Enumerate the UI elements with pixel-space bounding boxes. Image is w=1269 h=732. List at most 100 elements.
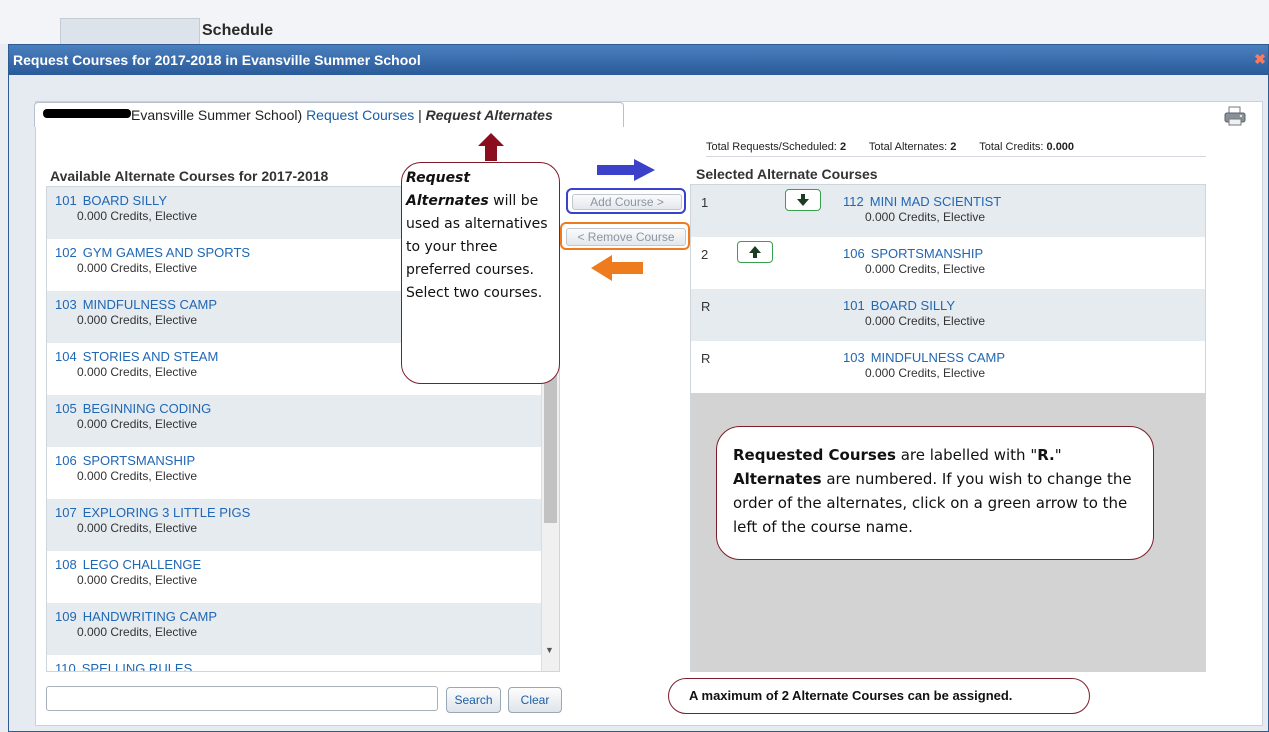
dialog-title: Request Courses for 2017-2018 in Evansvi… — [9, 45, 1268, 75]
annotation-bold: Requested Courses — [733, 446, 896, 464]
course-detail: 0.000 Credits, Elective — [77, 625, 198, 639]
scroll-down-icon[interactable]: ▼ — [545, 645, 554, 655]
course-code: 112 — [843, 194, 864, 209]
course-detail: 0.000 Credits, Elective — [865, 210, 986, 224]
table-row[interactable]: 2 106 SPORTSMANSHIP 0.000 Credits, Electi… — [691, 237, 1205, 289]
move-up-button[interactable] — [737, 241, 773, 263]
course-name[interactable]: MINI MAD SCIENTIST — [870, 194, 1001, 209]
tab-request-courses[interactable]: Request Courses — [306, 107, 414, 123]
table-row[interactable]: R 101 BOARD SILLY 0.000 Credits, Elective — [691, 289, 1205, 341]
course-detail: 0.000 Credits, Elective — [77, 469, 198, 483]
requested-courses-annotation: Requested Courses are labelled with "R."… — [716, 426, 1154, 560]
course-code: 110 — [55, 661, 76, 672]
course-name[interactable]: SPORTSMANSHIP — [83, 453, 195, 468]
list-item[interactable]: 110 SPELLING RULES — [47, 655, 541, 672]
arrow-down-icon — [797, 194, 809, 206]
alternate-rank: 2 — [701, 247, 709, 262]
orange-left-arrow-icon — [591, 255, 643, 281]
annotation-text: are labelled with " — [895, 446, 1038, 464]
table-row[interactable]: 1 112 MINI MAD SCIENTIST 0.000 Credits, E… — [691, 185, 1205, 237]
course-code: 101 — [55, 193, 77, 208]
request-rank: R — [701, 299, 711, 314]
course-detail: 0.000 Credits, Elective — [77, 417, 198, 431]
selected-courses-title: Selected Alternate Courses — [696, 166, 878, 182]
list-item[interactable]: 108 LEGO CHALLENGE 0.000 Credits, Electiv… — [47, 551, 541, 603]
course-code: 106 — [55, 453, 77, 468]
course-code: 107 — [55, 505, 77, 520]
total-credits-value: 0.000 — [1046, 141, 1075, 153]
course-name[interactable]: GYM GAMES AND SPORTS — [83, 245, 250, 260]
background-tab[interactable] — [60, 18, 200, 44]
annotation-text: " — [1054, 446, 1062, 464]
course-code: 103 — [55, 297, 77, 312]
course-code: 109 — [55, 609, 77, 624]
course-name[interactable]: MINDFULNESS CAMP — [83, 297, 217, 312]
course-detail: 0.000 Credits, Elective — [77, 521, 198, 535]
total-credits-label: Total Credits: — [979, 141, 1044, 153]
course-code: 103 — [843, 350, 865, 365]
totals-bar: Total Requests/Scheduled: 2 Total Altern… — [706, 141, 1206, 157]
red-up-arrow-icon — [478, 133, 504, 161]
course-name[interactable]: BEGINNING CODING — [83, 401, 212, 416]
course-detail: 0.000 Credits, Elective — [865, 366, 986, 380]
selected-course: 101 BOARD SILLY 0.000 Credits, Elective — [843, 298, 985, 328]
course-name[interactable]: BOARD SILLY — [83, 193, 167, 208]
course-name[interactable]: STORIES AND STEAM — [83, 349, 219, 364]
annotation-text: will be used as alternatives to your thr… — [406, 193, 548, 301]
available-courses-title: Available Alternate Courses for 2017-201… — [50, 168, 329, 184]
selected-course: 103 MINDFULNESS CAMP 0.000 Credits, Elect… — [843, 350, 1005, 380]
annotation-bold: R. — [1037, 446, 1055, 464]
move-down-button[interactable] — [785, 189, 821, 211]
table-row[interactable]: R 103 MINDFULNESS CAMP 0.000 Credits, Ele… — [691, 341, 1205, 393]
request-rank: R — [701, 351, 711, 366]
course-code: 106 — [843, 246, 865, 261]
search-input[interactable] — [46, 686, 438, 711]
course-name[interactable]: SPELLING RULES — [82, 661, 193, 671]
total-requests-label: Total Requests/Scheduled: — [706, 141, 837, 153]
selected-course: 106 SPORTSMANSHIP 0.000 Credits, Elective — [843, 246, 985, 276]
total-alternates-value: 2 — [950, 141, 957, 153]
course-code: 102 — [55, 245, 77, 260]
list-item[interactable]: 106 SPORTSMANSHIP 0.000 Credits, Elective — [47, 447, 541, 499]
course-code: 101 — [843, 298, 865, 313]
tab-separator: | — [418, 107, 422, 123]
add-course-label: Add Course > — [572, 194, 682, 210]
printer-icon[interactable] — [1224, 106, 1246, 126]
add-course-button[interactable]: Add Course > — [566, 188, 686, 214]
selected-course: 112 MINI MAD SCIENTIST 0.000 Credits, Ele… — [843, 194, 1001, 224]
search-button[interactable]: Search — [446, 687, 501, 713]
tab-strip: Evansville Summer School) Request Course… — [34, 102, 624, 127]
course-name[interactable]: BOARD SILLY — [871, 298, 955, 313]
remove-course-label: < Remove Course — [566, 228, 686, 246]
total-requests-value: 2 — [839, 141, 847, 153]
close-icon[interactable]: ✖ — [1253, 52, 1267, 66]
total-alternates-label: Total Alternates: — [868, 141, 948, 153]
school-context: Evansville Summer School) — [131, 107, 303, 123]
course-detail: 0.000 Credits, Elective — [865, 262, 986, 276]
arrow-up-icon — [749, 246, 761, 258]
course-name[interactable]: HANDWRITING CAMP — [83, 609, 217, 624]
redacted-name — [43, 109, 131, 118]
course-code: 104 — [55, 349, 77, 364]
blue-right-arrow-icon — [597, 159, 655, 181]
course-name[interactable]: SPORTSMANSHIP — [871, 246, 983, 261]
course-name[interactable]: MINDFULNESS CAMP — [871, 350, 1005, 365]
course-code: 105 — [55, 401, 77, 416]
alternate-rank: 1 — [701, 195, 709, 210]
course-name[interactable]: EXPLORING 3 LITTLE PIGS — [83, 505, 251, 520]
remove-course-button[interactable]: < Remove Course — [560, 222, 690, 250]
clear-button[interactable]: Clear — [508, 687, 562, 713]
course-code: 108 — [55, 557, 77, 572]
list-item[interactable]: 109 HANDWRITING CAMP 0.000 Credits, Elect… — [47, 603, 541, 655]
annotation-bold: Alternates — [733, 470, 822, 488]
alternates-annotation: Request Alternates will be used as alter… — [401, 162, 560, 384]
annotation-bold: Request Alternates — [406, 170, 489, 209]
list-item[interactable]: 107 EXPLORING 3 LITTLE PIGS 0.000 Credits… — [47, 499, 541, 551]
course-detail: 0.000 Credits, Elective — [865, 314, 986, 328]
tab-request-alternates[interactable]: Request Alternates — [426, 107, 553, 123]
list-item[interactable]: 105 BEGINNING CODING 0.000 Credits, Elect… — [47, 395, 541, 447]
max-alternates-note: A maximum of 2 Alternate Courses can be … — [668, 678, 1090, 714]
course-name[interactable]: LEGO CHALLENGE — [83, 557, 202, 572]
course-detail: 0.000 Credits, Elective — [77, 573, 198, 587]
background-page-title: Schedule — [202, 22, 274, 39]
